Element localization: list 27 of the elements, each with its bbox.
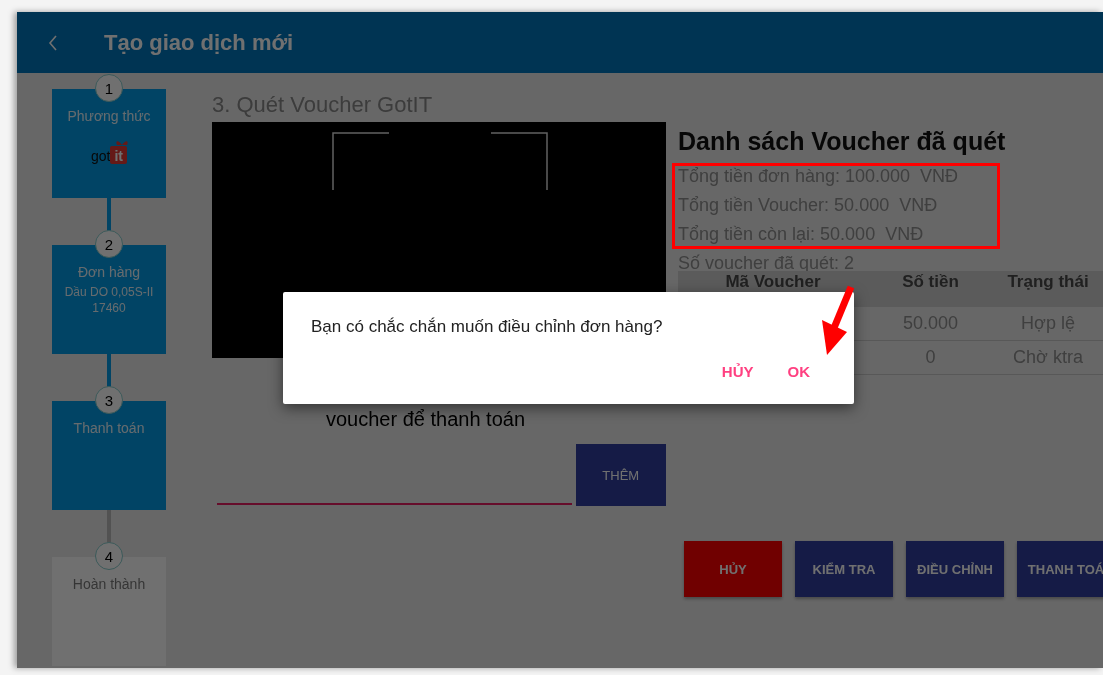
list-title: Danh sách Voucher đã quét bbox=[678, 127, 1007, 156]
step-number: 1 bbox=[95, 74, 123, 102]
screen-title: Tạo giao dịch mới bbox=[104, 29, 294, 56]
step-detail: Dầu DO 0,05S-II bbox=[64, 284, 154, 300]
step-label: Thanh toán bbox=[73, 420, 145, 436]
instruction-text: voucher để thanh toán bbox=[326, 408, 527, 431]
dialog-message: Bạn có chắc chắn muốn điều chỉnh đơn hàng? bbox=[311, 317, 664, 337]
dialog-button[interactable]: HỦY bbox=[715, 359, 760, 384]
step-label: Hoàn thành bbox=[72, 576, 146, 592]
action-button[interactable]: ĐIỀU CHỈNH bbox=[906, 541, 1004, 597]
bow-icon bbox=[115, 139, 130, 146]
column-header: Số tiền bbox=[901, 272, 960, 291]
column-header: Trạng thái bbox=[1006, 272, 1090, 291]
action-button[interactable]: KIỂM TRA bbox=[795, 541, 893, 597]
back-icon[interactable] bbox=[48, 34, 58, 51]
logo-text: got bbox=[91, 148, 111, 164]
action-button[interactable]: THANH TOÁ bbox=[1017, 541, 1103, 597]
column-header: Mã Voucher bbox=[724, 272, 822, 291]
dialog-button[interactable]: OK bbox=[781, 359, 816, 384]
step-number: 4 bbox=[95, 542, 123, 570]
step-number: 2 bbox=[95, 230, 123, 258]
step-detail: 17460 bbox=[92, 300, 126, 316]
action-button[interactable]: HỦY bbox=[684, 541, 782, 597]
add-button[interactable]: THÊM bbox=[575, 444, 666, 506]
step-label: Phương thức bbox=[67, 108, 151, 124]
step-number: 3 bbox=[95, 386, 123, 414]
step-label: Đơn hàng bbox=[77, 264, 141, 280]
